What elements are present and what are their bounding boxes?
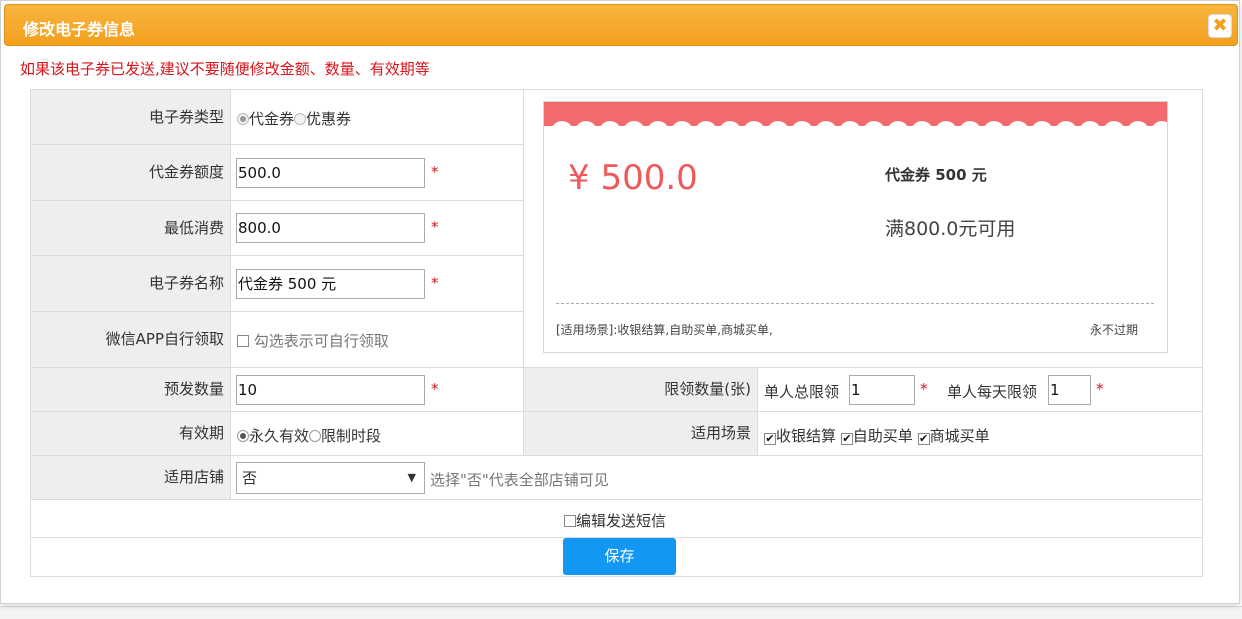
coupon-name-label: 电子券名称	[31, 256, 230, 311]
scene-cashier-label: 收银结算	[776, 427, 837, 445]
scene-mall-checkbox[interactable]: ✔	[917, 433, 930, 445]
validity-radio-group: 永久有效 限制时段	[237, 425, 381, 446]
wechat-self-claim-field: 勾选表示可自行领取	[237, 330, 389, 351]
preissue-qty-input[interactable]: 10	[236, 375, 425, 405]
preview-scene: [适用场景]:收银结算,自助买单,商城买单,	[556, 323, 773, 337]
wechat-self-claim-checkbox[interactable]	[237, 335, 249, 347]
divider	[31, 200, 524, 201]
divider	[31, 411, 1202, 412]
divider	[31, 144, 524, 145]
amount-label: 代金券额度	[31, 145, 230, 200]
validity-option-permanent: 永久有效	[249, 427, 310, 445]
required-mark: *	[431, 380, 439, 398]
chevron-down-icon: ▼	[407, 471, 416, 484]
claim-daily-input[interactable]: 1	[1048, 375, 1091, 405]
sms-label: 编辑发送短信	[576, 512, 667, 530]
preissue-qty-label: 预发数量	[31, 368, 230, 411]
divider	[31, 255, 524, 256]
coupon-type-option-discount: 优惠券	[306, 110, 352, 128]
background-page-strip	[0, 606, 1242, 619]
divider	[31, 455, 1202, 456]
coupon-scallop-header	[544, 102, 1167, 134]
store-select[interactable]: 否 ▼	[236, 462, 425, 494]
sms-checkbox[interactable]	[564, 515, 576, 527]
required-mark: *	[431, 274, 439, 292]
preview-divider	[556, 303, 1154, 304]
coupon-type-radio-voucher[interactable]	[237, 113, 249, 125]
coupon-preview: ¥ 500.0 代金券 500 元 满800.0元可用 [适用场景]:收银结算,…	[543, 101, 1168, 353]
coupon-type-label: 电子券类型	[31, 90, 230, 144]
amount-input[interactable]: 500.0	[236, 158, 425, 188]
coupon-type-radio-discount[interactable]	[294, 113, 307, 125]
claim-daily-label: 单人每天限领	[947, 383, 1038, 401]
preview-amount: ¥ 500.0	[568, 158, 698, 198]
preview-condition: 满800.0元可用	[885, 218, 1016, 240]
scenes-label: 适用场景	[524, 412, 757, 455]
coupon-name-input[interactable]: 代金券 500 元	[236, 269, 425, 299]
close-icon[interactable]: ✖	[1208, 14, 1232, 38]
dialog-title: 修改电子券信息	[23, 20, 136, 39]
scene-self-pay-checkbox[interactable]: ✔	[840, 433, 853, 445]
scene-cashier-checkbox[interactable]: ✔	[764, 433, 776, 445]
scenes-checkbox-group: ✔收银结算 ✔自助买单 ✔商城买单	[764, 425, 990, 446]
divider	[757, 368, 758, 455]
wechat-self-claim-label: 微信APP自行领取	[31, 312, 230, 367]
save-button[interactable]: 保存	[563, 538, 676, 575]
divider	[523, 90, 524, 455]
claim-total-label: 单人总限领	[764, 383, 840, 401]
warning-message: 如果该电子券已发送,建议不要随便修改金额、数量、有效期等	[20, 60, 430, 78]
dialog-title-bar: 修改电子券信息 ✖	[4, 4, 1238, 46]
required-mark: *	[920, 380, 928, 398]
scene-mall-label: 商城买单	[929, 427, 990, 445]
wechat-self-claim-text: 勾选表示可自行领取	[253, 332, 389, 350]
required-mark: *	[1096, 380, 1104, 398]
preview-name: 代金券 500 元	[885, 166, 987, 184]
required-mark: *	[431, 163, 439, 181]
divider	[31, 499, 1202, 500]
min-spend-label: 最低消费	[31, 201, 230, 255]
validity-radio-period[interactable]	[309, 430, 322, 442]
coupon-type-radio-group: 代金券 优惠券	[237, 108, 351, 129]
divider	[31, 311, 524, 312]
scene-self-pay-label: 自助买单	[852, 427, 913, 445]
claim-total-input[interactable]: 1	[849, 375, 915, 405]
coupon-type-option-voucher: 代金券	[249, 110, 295, 128]
min-spend-input[interactable]: 800.0	[236, 213, 425, 243]
validity-radio-permanent[interactable]	[237, 430, 249, 442]
preview-expiry: 永不过期	[1090, 323, 1139, 337]
divider	[31, 367, 1202, 368]
required-mark: *	[431, 218, 439, 236]
store-label: 适用店铺	[31, 456, 230, 499]
validity-label: 有效期	[31, 412, 230, 455]
claim-limit-label: 限领数量(张)	[524, 368, 757, 411]
store-select-value: 否	[242, 469, 258, 487]
divider	[230, 90, 231, 499]
store-hint: 选择"否"代表全部店铺可见	[430, 471, 609, 489]
validity-option-period: 限制时段	[321, 427, 382, 445]
sms-field: 编辑发送短信	[564, 510, 666, 531]
